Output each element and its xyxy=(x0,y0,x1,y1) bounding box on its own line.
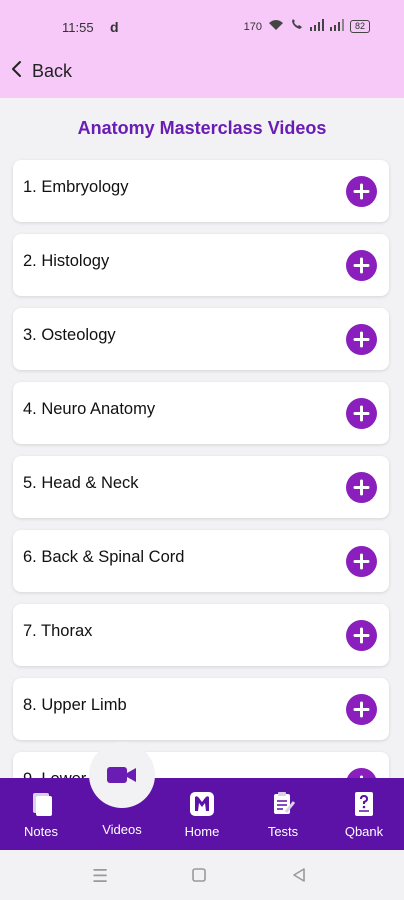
back-button[interactable]: Back xyxy=(10,60,72,83)
status-bar: 11:55 d 170 82 xyxy=(0,0,404,52)
tests-icon xyxy=(274,792,296,814)
add-button[interactable] xyxy=(346,694,377,725)
top-bar: Back xyxy=(0,52,404,98)
data-speed: 170 xyxy=(243,20,262,33)
back-triangle-icon[interactable] xyxy=(292,866,306,887)
nav-item-notes[interactable]: Notes xyxy=(1,778,81,850)
qbank-icon xyxy=(355,792,373,816)
chevron-left-icon xyxy=(10,60,24,83)
list-item[interactable]: 4. Neuro Anatomy xyxy=(13,382,389,444)
battery-icon: 82 xyxy=(349,20,370,33)
list-item-label: 6. Back & Spinal Cord xyxy=(23,548,185,566)
status-app-glyph: d xyxy=(110,19,119,35)
signal-icon-2 xyxy=(329,19,344,34)
plus-icon xyxy=(353,257,370,274)
add-button[interactable] xyxy=(346,250,377,281)
list-item-label: 7. Thorax xyxy=(23,622,93,640)
plus-icon xyxy=(353,405,370,422)
list-item[interactable]: 2. Histology xyxy=(13,234,389,296)
status-icons: 170 82 xyxy=(244,19,370,34)
nav-label-tests: Tests xyxy=(267,824,299,839)
plus-icon xyxy=(353,183,370,200)
list-item[interactable]: 8. Upper Limb xyxy=(13,678,389,740)
nav-item-qbank[interactable]: Qbank xyxy=(324,778,404,850)
list-item-label: 8. Upper Limb xyxy=(23,696,127,714)
nav-item-tests[interactable]: Tests xyxy=(243,778,323,850)
nav-label-home: Home xyxy=(184,824,220,839)
list-item[interactable]: 3. Osteology xyxy=(13,308,389,370)
plus-icon xyxy=(353,331,370,348)
list-item-label: 5. Head & Neck xyxy=(23,474,139,492)
list-item[interactable]: 7. Thorax xyxy=(13,604,389,666)
list-item[interactable]: 5. Head & Neck xyxy=(13,456,389,518)
plus-icon xyxy=(353,479,370,496)
add-button[interactable] xyxy=(346,176,377,207)
signal-icon xyxy=(309,19,324,34)
add-button[interactable] xyxy=(346,620,377,651)
nav-item-home[interactable]: Home xyxy=(162,778,242,850)
list-item[interactable]: 6. Back & Spinal Cord xyxy=(13,530,389,592)
videos-fab-button[interactable] xyxy=(89,742,155,808)
list-item[interactable]: 1. Embryology xyxy=(13,160,389,222)
menu-icon[interactable]: ☰ xyxy=(92,866,108,887)
nav-label-qbank: Qbank xyxy=(344,824,384,839)
list-item-label: 2. Histology xyxy=(23,252,110,270)
call-icon xyxy=(290,19,304,34)
home-logo-icon xyxy=(190,792,214,816)
notes-icon xyxy=(33,793,52,816)
plus-icon xyxy=(353,553,370,570)
home-square-icon[interactable] xyxy=(192,866,206,887)
back-label: Back xyxy=(32,61,73,81)
add-button[interactable] xyxy=(346,472,377,503)
status-time: 11:55 xyxy=(62,20,94,35)
list-item-label: 1. Embryology xyxy=(23,178,129,196)
system-nav-bar: ☰ xyxy=(0,850,404,900)
list-item-label: 3. Osteology xyxy=(23,326,116,344)
nav-label-videos: Videos xyxy=(102,822,142,837)
add-button[interactable] xyxy=(346,398,377,429)
add-button[interactable] xyxy=(346,546,377,577)
add-button[interactable] xyxy=(346,324,377,355)
wifi-icon xyxy=(268,19,284,34)
bottom-nav: Notes Videos Home Tests Qbank xyxy=(0,778,404,850)
list-item-label: 4. Neuro Anatomy xyxy=(23,400,156,418)
plus-icon xyxy=(353,701,370,718)
video-camera-icon xyxy=(107,767,136,783)
page-title: Anatomy Masterclass Videos xyxy=(77,118,327,138)
nav-label-notes: Notes xyxy=(24,824,58,839)
plus-icon xyxy=(353,627,370,644)
